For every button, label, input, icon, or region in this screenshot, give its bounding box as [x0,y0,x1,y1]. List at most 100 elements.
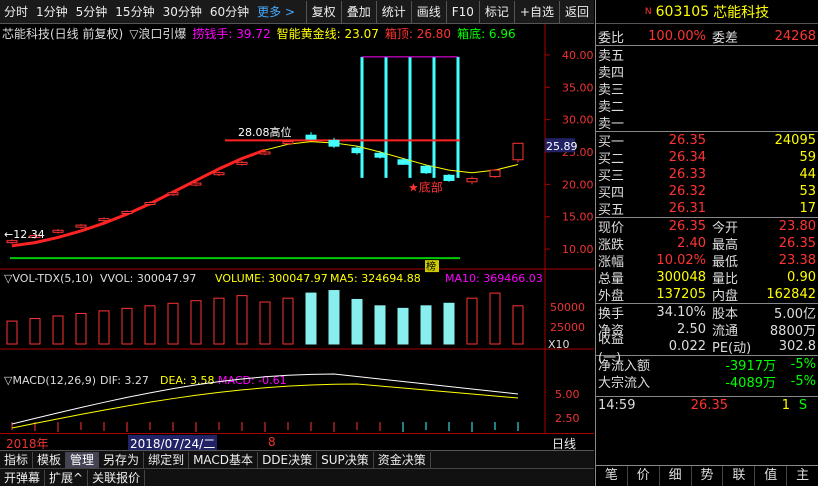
stat-value2: 23.38 [778,253,816,268]
flow-row: 净流入额 -3917万 -5% [596,356,818,374]
vol-unit: X10 [548,338,570,351]
stat-row: 涨幅 10.02% 最低 23.38 [596,252,818,270]
toolbar-btn-3[interactable]: 画线 [410,0,446,23]
flow-pct: -5% [790,357,816,372]
indicator-tab-8[interactable]: 资金决策 [374,451,431,468]
quote-tab-5[interactable]: 值 [755,466,788,486]
indicator-toolbar: 指标 模板 管理 另存为 绑定到 MACD基本 DDE决策 SUP决策 资金决策 [0,450,594,468]
toolbar-btn-2[interactable]: 统计 [375,0,411,23]
weicha-label: 委差 [712,31,739,46]
indicator-tab-5[interactable]: MACD基本 [189,451,259,468]
volume-bar [397,307,409,345]
sell-row: 卖四 [596,63,818,81]
indicator-tab-7[interactable]: SUP决策 [317,451,374,468]
candle-body [420,165,432,174]
kline-chart[interactable]: 40.0035.0030.0025.0020.0015.0010.0025.89… [0,24,594,434]
stock-code: 603105 [655,3,710,20]
stat-value: 2.50 [677,322,706,337]
buy-vol: 17 [799,201,816,216]
volume-bar [6,320,18,345]
toolbar-btn-6[interactable]: +自选 [513,0,559,23]
buy-vol: 44 [799,167,816,182]
stat-label2: PE(动) [712,341,752,356]
candle-body [213,172,225,176]
buy-price: 26.35 [668,133,706,148]
price-tick: 35.00 [562,81,594,94]
volume-bar [305,292,317,345]
volume-bar [489,292,501,345]
date-axis: 2018年 2018/07/24/二 8 日线 [0,433,594,452]
extra-tab-2[interactable]: 关联报价 [88,469,146,486]
indicator-tab-1[interactable]: 模板 [33,451,67,468]
stat-value2: 8800万 [769,324,816,339]
macd-tick: 5.00 [555,388,580,401]
macd-tick: 2.50 [555,412,580,425]
volume-bar [213,297,225,345]
flow-row: 大宗流入 -4089万 -5% [596,373,818,391]
high-label: 28.08高位 [238,125,292,139]
tick-vol: 1 [781,397,790,413]
period-2[interactable]: 5分钟 [72,1,112,23]
stat-value: 0.022 [668,339,706,354]
candle-body [236,161,248,165]
stat-value2: 0.90 [787,270,816,285]
period-3[interactable]: 15分钟 [111,1,158,23]
quote-tab-4[interactable]: 联 [723,466,756,486]
indicator-tab-2[interactable]: 管理 [66,451,100,468]
buy-row: 买三 26.33 44 [596,166,818,184]
quote-tab-2[interactable]: 细 [660,466,692,486]
weibi-label: 委比 [598,31,625,46]
volume-bar [259,301,271,345]
quote-tab-0[interactable]: 笔 [596,466,628,486]
buy-price: 26.31 [668,201,706,216]
buy-row: 买二 26.34 59 [596,149,818,167]
candle-body [167,192,179,196]
toolbar-btn-1[interactable]: 叠加 [340,0,376,23]
toolbar-btn-5[interactable]: 标记 [478,0,514,23]
vol-tick: 50000 [550,301,585,314]
extra-tab-0[interactable]: 开弹幕 [0,469,46,486]
weibi-value: 100.00% [648,29,706,44]
flow-label: 大宗流入 [598,376,651,391]
low-label: ★底部 [408,180,443,195]
indicator-tab-4[interactable]: 绑定到 [144,451,190,468]
sell-row: 卖五 [596,46,818,64]
extra-tab-1[interactable]: 扩展^ [45,469,89,486]
quote-tab-3[interactable]: 势 [692,466,724,486]
period-4[interactable]: 30分钟 [159,1,206,23]
quote-tab-1[interactable]: 价 [628,466,660,486]
indicator-tab-6[interactable]: DDE决策 [258,451,318,468]
buy-vol: 59 [799,150,816,165]
stat-value: 26.35 [668,219,706,234]
quote-tab-6[interactable]: 主 [787,466,818,486]
buy-price: 26.32 [668,184,706,199]
stat-row: 外盘 137205 内盘 162842 [596,286,818,304]
toolbar-btn-0[interactable]: 复权 [305,0,341,23]
volume-bar [75,312,87,345]
period-5[interactable]: 60分钟 [206,1,253,23]
indicator-tab-0[interactable]: 指标 [0,451,34,468]
candle-body [98,218,110,222]
buy-row: 买一 26.35 24095 [596,132,818,150]
candle-body [512,142,524,161]
quote-header: N 603105 芯能科技 [596,0,818,24]
stat-label2: 内盘 [712,289,739,304]
stat-row: 收益(一) 0.022 PE(动) 302.8 [596,332,818,366]
toolbar-btn-4[interactable]: F10 [445,0,479,23]
flow-value: -4089万 [725,376,776,391]
candle-body [489,169,501,178]
period-0[interactable]: 分时 [0,1,32,23]
macd-dif: DIF: 3.27 [100,374,149,387]
stat-value: 2.40 [677,236,706,251]
more-button[interactable]: 更多 > [253,1,299,23]
price-tick: 20.00 [562,178,594,191]
period-1[interactable]: 1分钟 [32,1,72,23]
indicator-tab-3[interactable]: 另存为 [99,451,145,468]
low-value: ←12.34 [4,228,45,241]
red-trend-line [11,148,266,248]
vol-title: ▽VOL-TDX(5,10) [4,272,93,285]
weicha-value: 24268 [774,29,816,44]
sell-label: 卖一 [598,117,625,132]
toolbar-btn-7[interactable]: 返回 [558,0,594,23]
stat-value2: 162842 [766,287,816,302]
